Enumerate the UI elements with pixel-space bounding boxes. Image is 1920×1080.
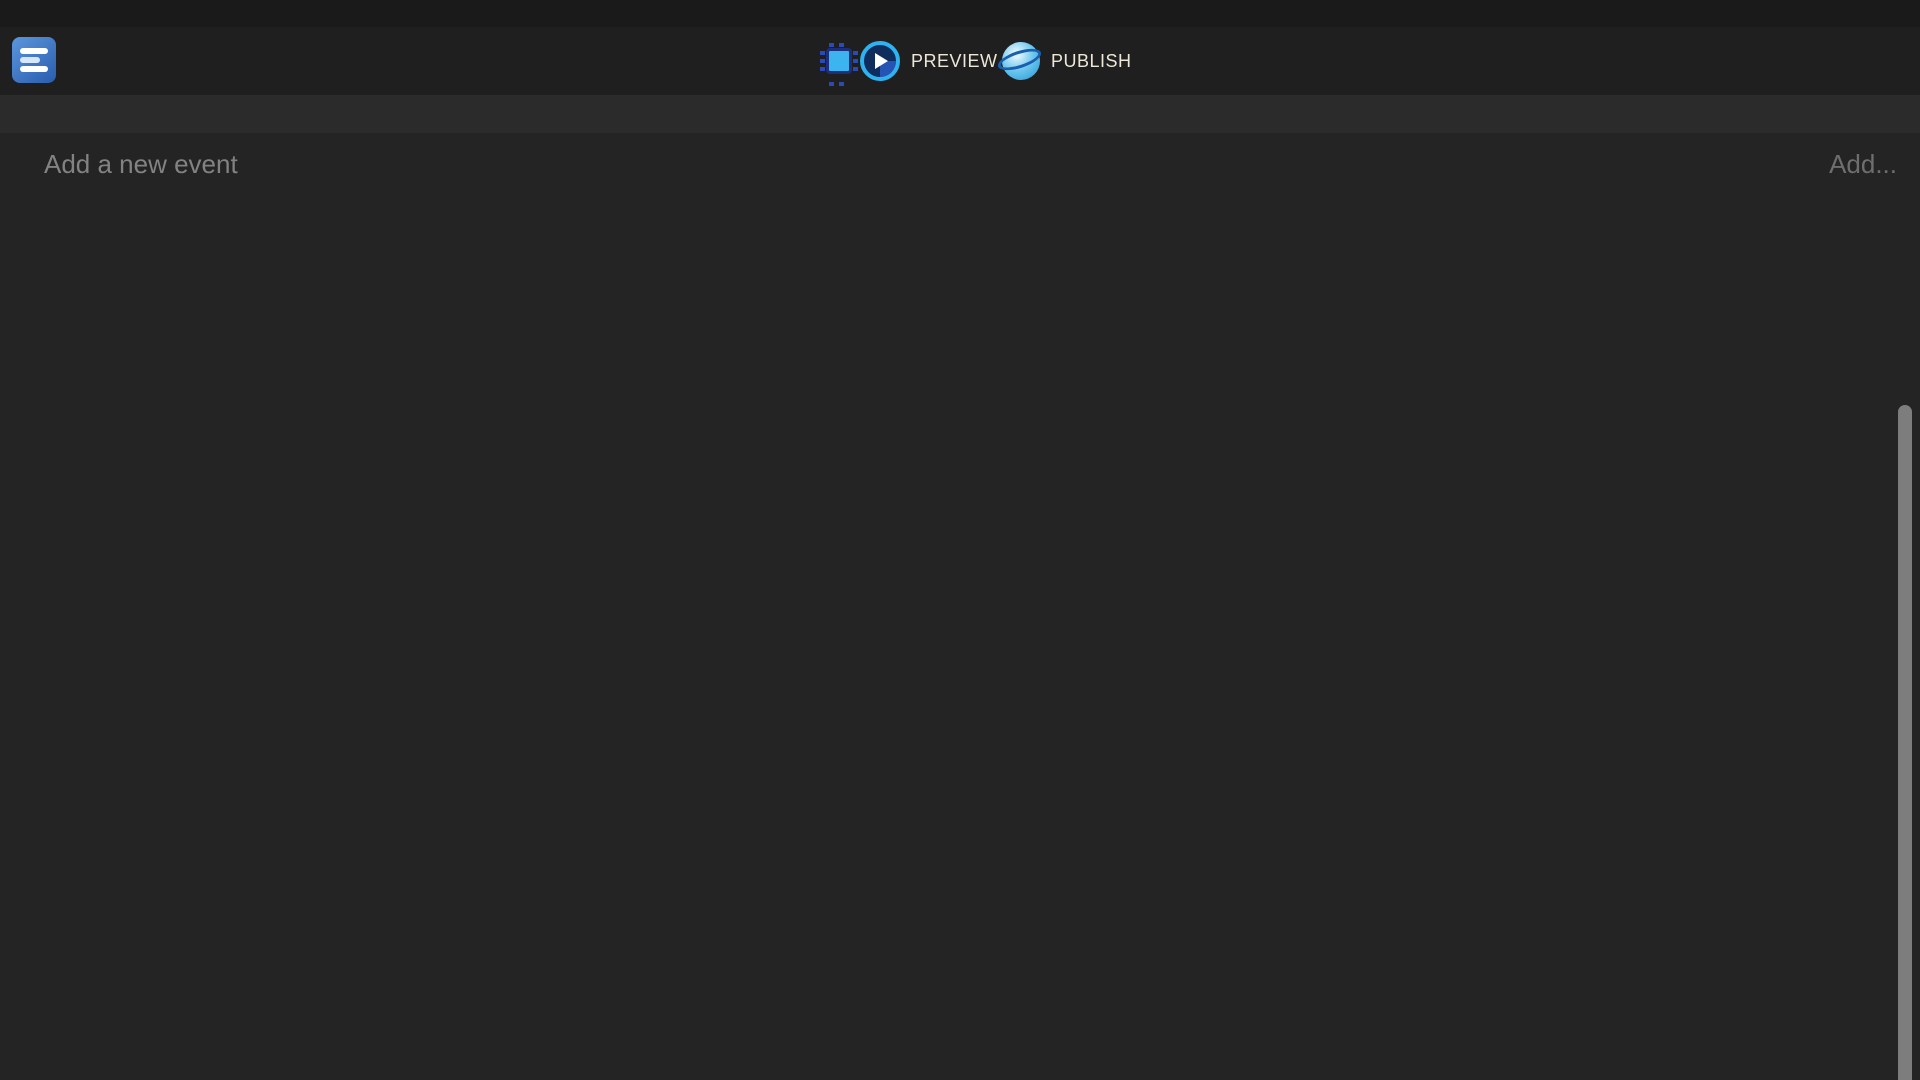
tab-bar	[0, 95, 1920, 133]
preview-label: PREVIEW	[911, 51, 998, 72]
scrollbar-thumb[interactable]	[1898, 405, 1912, 1080]
gdevelop-window: PREVIEW PUBLISH Add a new event Add...	[0, 0, 1920, 1080]
play-icon	[860, 41, 900, 81]
publish-label: PUBLISH	[1051, 51, 1132, 72]
add-more-link[interactable]: Add...	[1829, 149, 1897, 180]
add-new-event-link[interactable]: Add a new event	[44, 149, 238, 180]
sheet-footer: Add a new event Add...	[0, 141, 1897, 187]
globe-icon	[1002, 42, 1040, 80]
debug-icon[interactable]	[822, 44, 856, 78]
publish-button[interactable]: PUBLISH	[1002, 27, 1132, 95]
gdevelop-logo-icon	[12, 37, 56, 83]
menu-bar	[0, 0, 1920, 27]
preview-button[interactable]: PREVIEW	[860, 27, 998, 95]
toolbar: PREVIEW PUBLISH	[0, 27, 1920, 95]
events-sheet: Add a new event Add...	[0, 133, 1920, 1080]
